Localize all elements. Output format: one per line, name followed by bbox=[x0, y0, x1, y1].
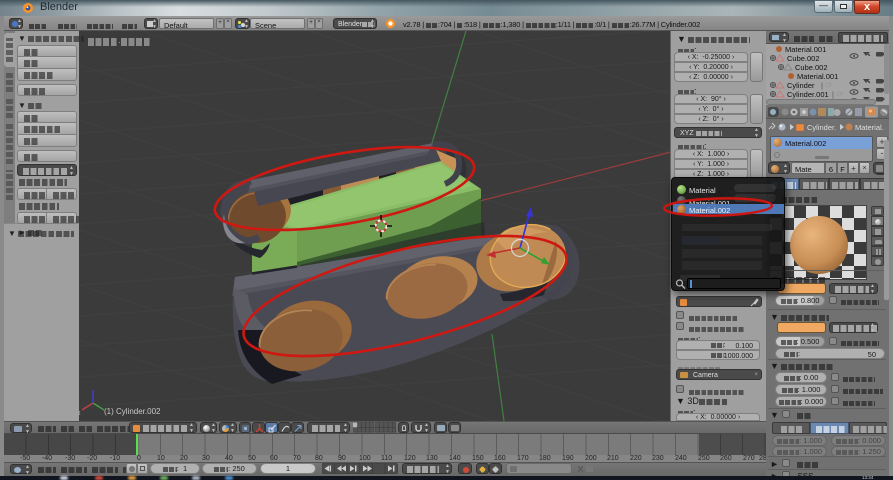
svg-text:Cube.002: Cube.002 bbox=[795, 63, 828, 72]
svg-text:Cylinder: Cylinder bbox=[787, 81, 815, 90]
svg-text:Material.: Material. bbox=[855, 123, 884, 132]
svg-text:Material.001: Material.001 bbox=[785, 45, 826, 54]
svg-text:Material.001: Material.001 bbox=[797, 72, 838, 81]
svg-text:|: | bbox=[832, 90, 834, 99]
svg-text:Cylinder.001: Cylinder.001 bbox=[787, 90, 829, 99]
svg-text:Cylinder.: Cylinder. bbox=[807, 123, 836, 132]
svg-text:(1) Cylinder.002: (1) Cylinder.002 bbox=[104, 407, 161, 416]
svg-text:|: | bbox=[821, 81, 823, 90]
svg-text:Cube.002: Cube.002 bbox=[787, 54, 820, 63]
